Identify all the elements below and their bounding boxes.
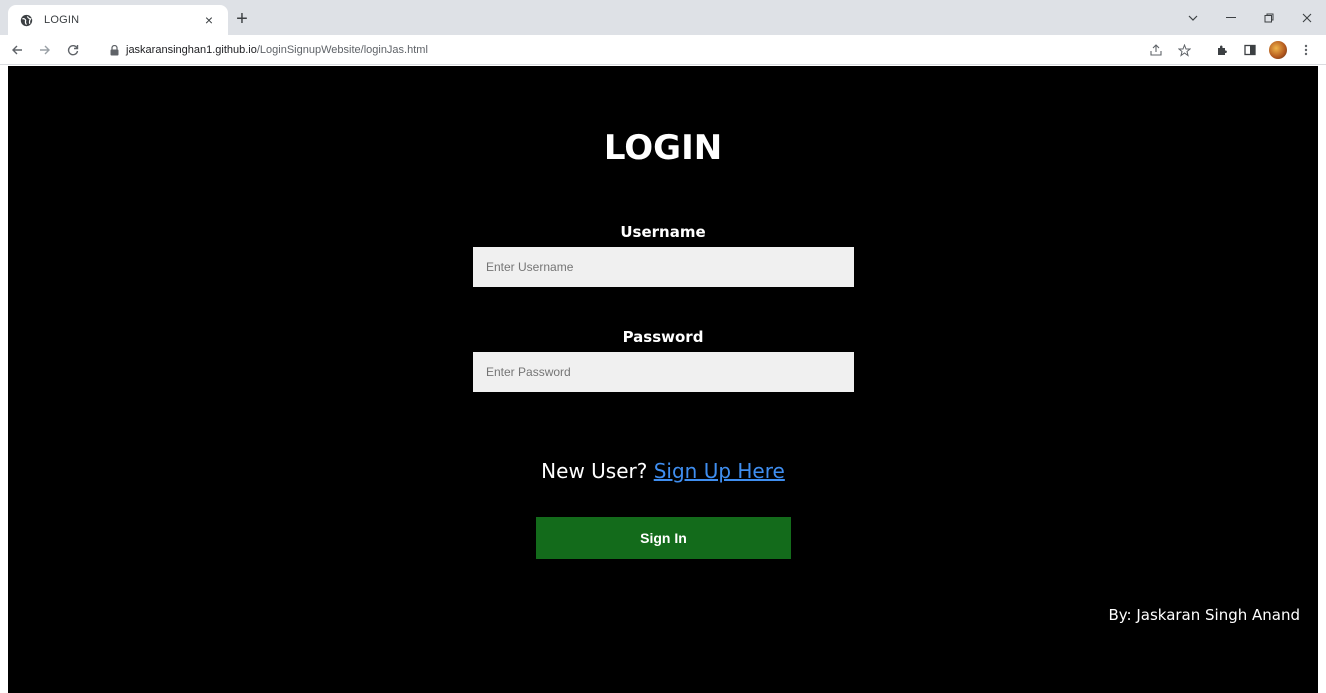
star-icon[interactable] <box>1172 38 1196 62</box>
sidepanel-icon[interactable] <box>1238 38 1262 62</box>
avatar <box>1269 41 1287 59</box>
lock-icon[interactable] <box>108 44 120 56</box>
author-credit: By: Jaskaran Singh Anand <box>1108 606 1300 624</box>
url-path: /LoginSignupWebsite/loginJas.html <box>256 44 428 56</box>
url-host: jaskaransinghan1.github.io <box>126 44 257 56</box>
username-label: Username <box>620 223 706 241</box>
browser-toolbar: jaskaransinghan1.github.io/LoginSignupWe… <box>0 35 1326 65</box>
share-icon[interactable] <box>1144 38 1168 62</box>
forward-icon[interactable] <box>34 39 56 61</box>
new-user-prompt: New User? Sign Up Here <box>8 459 1318 483</box>
extensions-icon[interactable] <box>1210 38 1234 62</box>
window-controls <box>1174 0 1326 35</box>
username-input[interactable] <box>473 247 854 287</box>
toolbar-actions <box>1140 35 1318 65</box>
address-bar[interactable]: jaskaransinghan1.github.io/LoginSignupWe… <box>100 38 1190 62</box>
new-user-text: New User? <box>541 459 648 483</box>
tab-strip: LOGIN × + <box>0 0 1326 35</box>
new-tab-button[interactable]: + <box>232 8 252 30</box>
signup-link[interactable]: Sign Up Here <box>654 459 785 483</box>
tab-title: LOGIN <box>44 14 80 26</box>
page-content: LOGIN Username Password New User? Sign U… <box>8 66 1318 693</box>
url-text: jaskaransinghan1.github.io/LoginSignupWe… <box>126 44 428 56</box>
page-title: LOGIN <box>603 128 723 168</box>
password-input[interactable] <box>473 352 854 392</box>
browser-tab[interactable]: LOGIN × <box>8 5 228 35</box>
close-window-icon[interactable] <box>1288 0 1326 35</box>
back-icon[interactable] <box>6 39 28 61</box>
minimize-icon[interactable] <box>1212 0 1250 35</box>
sign-in-button[interactable]: Sign In <box>536 517 791 559</box>
globe-icon <box>18 12 34 28</box>
password-label: Password <box>622 328 704 346</box>
menu-icon[interactable] <box>1294 38 1318 62</box>
close-tab-icon[interactable]: × <box>200 11 218 29</box>
reload-icon[interactable] <box>62 39 84 61</box>
tab-search-icon[interactable] <box>1174 0 1212 35</box>
profile-avatar[interactable] <box>1266 38 1290 62</box>
restore-icon[interactable] <box>1250 0 1288 35</box>
